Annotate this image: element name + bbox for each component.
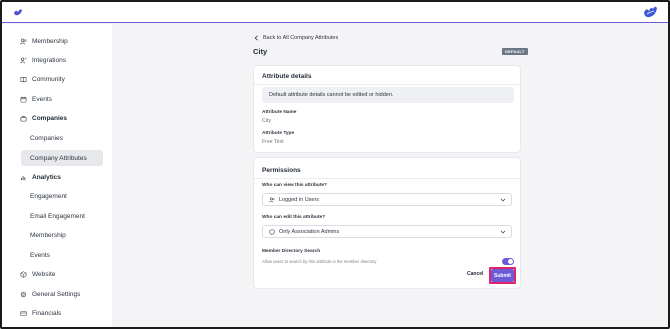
submit-button[interactable]: Submit — [491, 269, 514, 282]
sidebar-subitem-membership[interactable]: Membership — [30, 228, 66, 242]
back-link-label: Back to All Company Attributes — [263, 35, 339, 41]
sidebar-item-label: Events — [30, 251, 50, 259]
briefcase-icon — [20, 115, 27, 121]
directory-search-help: Allow users to search by this attribute … — [262, 259, 377, 264]
globe-icon — [20, 270, 27, 278]
card-icon — [20, 310, 27, 316]
view-permission-label: Who can view this attribute? — [262, 183, 328, 188]
cancel-button[interactable]: Cancel — [467, 271, 484, 277]
sidebar-item-label: Financials — [32, 309, 62, 317]
sidebar-item-label: General Settings — [32, 290, 81, 298]
sidebar-subitem-events[interactable]: Events — [30, 248, 50, 262]
chevron-left-icon — [254, 35, 258, 41]
sidebar-item-general-settings[interactable]: General Settings — [20, 287, 80, 301]
view-permission-select[interactable]: Logged in Users — [262, 193, 512, 206]
sidebar-subitem-company-attributes[interactable]: Company Attributes — [21, 150, 103, 166]
sidebar-item-analytics[interactable]: Analytics — [20, 170, 61, 184]
sidebar-item-label: Community — [32, 75, 65, 83]
calendar-icon — [20, 96, 27, 102]
page-title: City — [253, 47, 268, 56]
sidebar-item-label: Integrations — [32, 56, 66, 64]
sidebar-item-label: Analytics — [32, 173, 61, 181]
gear-icon — [20, 291, 27, 297]
sidebar-item-website[interactable]: Website — [20, 267, 55, 281]
sidebar-item-financials[interactable]: Financials — [20, 306, 61, 320]
sidebar-item-events[interactable]: Events — [20, 92, 52, 106]
sidebar-item-label: Membership — [30, 231, 66, 239]
attribute-details-card: Attribute details Default attribute deta… — [253, 65, 521, 153]
sidebar-item-membership[interactable]: Membership — [20, 34, 68, 48]
attribute-name-value: City — [262, 118, 271, 124]
divider — [254, 84, 520, 85]
edit-permission-select[interactable]: Only Association Admins — [262, 225, 512, 238]
users-icon — [20, 38, 27, 44]
edit-permission-label: Who can edit this attribute? — [262, 215, 326, 220]
sidebar-item-integrations[interactable]: Integrations — [20, 53, 66, 67]
sidebar-item-label: Companies — [30, 134, 63, 142]
sidebar-item-label: Engagement — [30, 192, 67, 200]
sidebar-item-label: Membership — [32, 37, 68, 45]
brand-logo-icon[interactable] — [642, 4, 658, 20]
top-bar — [2, 2, 668, 23]
select-value: Only Association Admins — [279, 228, 340, 235]
divider — [254, 178, 520, 179]
sidebar: Membership Integrations Community Events… — [2, 24, 112, 327]
sidebar-subitem-engagement[interactable]: Engagement — [30, 189, 67, 203]
attribute-type-label: Attribute Type — [262, 131, 295, 136]
directory-search-label: Member Directory Search — [262, 249, 321, 254]
sidebar-item-companies[interactable]: Companies — [20, 111, 67, 125]
sidebar-item-label: Companies — [32, 114, 68, 122]
app-window: Membership Integrations Community Events… — [0, 0, 670, 329]
book-icon — [20, 76, 27, 82]
directory-search-toggle[interactable] — [502, 258, 514, 265]
chart-icon — [20, 175, 26, 180]
toggle-knob — [508, 259, 513, 264]
sidebar-subitem-email-engagement[interactable]: Email Engagement — [30, 209, 85, 223]
sidebar-subitem-companies[interactable]: Companies — [30, 131, 63, 145]
sidebar-item-community[interactable]: Community — [20, 72, 65, 86]
back-link[interactable]: Back to All Company Attributes — [254, 35, 338, 41]
brand-logo-icon[interactable] — [13, 7, 23, 17]
users-icon — [269, 196, 275, 202]
integrations-icon — [20, 57, 27, 63]
card-heading: Attribute details — [262, 73, 312, 80]
select-value: Logged in Users — [279, 196, 320, 203]
chevron-down-icon — [500, 230, 506, 234]
chevron-down-icon — [500, 198, 506, 202]
card-heading: Permissions — [262, 167, 301, 174]
shield-icon — [269, 228, 275, 235]
info-notice: Default attribute details cannot be edit… — [262, 87, 514, 103]
sidebar-item-label: Events — [32, 95, 52, 103]
attribute-type-value: Free Text — [262, 139, 284, 145]
main-content: Back to All Company Attributes City DEFA… — [112, 24, 668, 327]
attribute-name-label: Attribute Name — [262, 110, 297, 115]
sidebar-item-label: Company Attributes — [30, 154, 87, 162]
permissions-card: Permissions Who can view this attribute?… — [253, 157, 521, 289]
sidebar-item-label: Website — [32, 270, 56, 278]
sidebar-item-label: Email Engagement — [30, 212, 85, 220]
status-badge: DEFAULT — [502, 48, 528, 55]
